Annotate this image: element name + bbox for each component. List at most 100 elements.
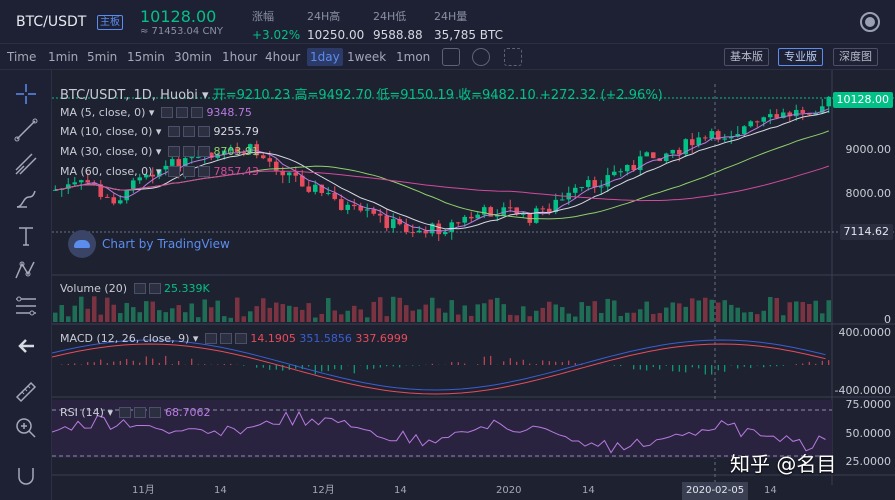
- arrow-left-icon[interactable]: [12, 332, 40, 360]
- interval-30min[interactable]: 30min: [171, 48, 215, 66]
- tradingview-logo[interactable]: Chart by TradingView: [68, 230, 230, 258]
- pitchfork-icon[interactable]: [12, 150, 40, 178]
- eye-icon[interactable]: [119, 407, 132, 418]
- volume-bar: [540, 307, 546, 322]
- macd-label: MACD (12, 26, close, 9): [60, 332, 190, 345]
- settings-icon[interactable]: [472, 48, 490, 66]
- ruler-icon[interactable]: [12, 378, 40, 406]
- macd-histogram-bar: [542, 360, 544, 365]
- macd-legend[interactable]: MACD (12, 26, close, 9) ▾ 14.1905 351.58…: [60, 332, 408, 345]
- macd-histogram-bar: [366, 365, 368, 370]
- interval-15min[interactable]: 15min: [124, 48, 168, 66]
- zoom-icon[interactable]: [12, 414, 40, 442]
- close-icon[interactable]: [149, 407, 162, 418]
- settings-icon[interactable]: [182, 146, 195, 157]
- close-icon[interactable]: [197, 126, 210, 137]
- text-icon[interactable]: [12, 222, 40, 250]
- volume-bar: [475, 304, 481, 322]
- close-icon[interactable]: [148, 283, 161, 294]
- volume-bar: [163, 312, 169, 322]
- view-depth[interactable]: 深度图: [833, 48, 878, 66]
- interval-1hour[interactable]: 1hour: [219, 48, 260, 66]
- close-icon[interactable]: [197, 166, 210, 177]
- candle-body: [286, 172, 292, 176]
- eye-icon[interactable]: [167, 126, 180, 137]
- macd-histogram-bar: [555, 361, 557, 365]
- interval-1mon[interactable]: 1mon: [393, 48, 433, 66]
- eye-icon[interactable]: [167, 146, 180, 157]
- volume-bar: [72, 305, 78, 322]
- macd-histogram-bar: [828, 360, 830, 365]
- candle-body: [111, 197, 117, 204]
- magnet-icon[interactable]: [12, 462, 40, 490]
- theme-toggle-icon[interactable]: [860, 12, 880, 32]
- ma5-legend[interactable]: MA (5, close, 0) ▾ 9348.75: [60, 106, 252, 119]
- rsi-label: RSI (14): [60, 406, 104, 419]
- interval-5min[interactable]: 5min: [84, 48, 120, 66]
- macd-histogram-bar: [418, 365, 420, 366]
- drawing-toolbar: [0, 70, 52, 500]
- pair-name[interactable]: BTC/USDT: [16, 14, 86, 30]
- candle-body: [325, 192, 331, 194]
- view-basic[interactable]: 基本版: [724, 48, 769, 66]
- macd-histogram-bar: [197, 364, 199, 365]
- fullscreen-icon[interactable]: [504, 48, 522, 66]
- settings-icon[interactable]: [182, 166, 195, 177]
- interval-1min[interactable]: 1min: [45, 48, 81, 66]
- brush-icon[interactable]: [12, 185, 40, 213]
- rsi-legend[interactable]: RSI (14) ▾ 68.7062: [60, 406, 210, 419]
- macd-histogram-bar: [574, 362, 576, 365]
- volume-bar: [345, 310, 351, 322]
- candle-body: [416, 230, 422, 233]
- close-icon[interactable]: [190, 107, 203, 118]
- macd-histogram-bar: [191, 358, 193, 365]
- candle-body: [338, 199, 344, 210]
- candle-body: [351, 204, 357, 207]
- fib-retracement-icon[interactable]: [12, 292, 40, 320]
- ma60-legend[interactable]: MA (60, close, 0) ▾ 7857.43: [60, 165, 259, 178]
- macd-histogram-bar: [119, 360, 121, 365]
- settings-icon[interactable]: [175, 107, 188, 118]
- eye-icon[interactable]: [160, 107, 173, 118]
- symbol-title[interactable]: BTC/USDT, 1D, Huobi: [60, 88, 198, 103]
- macd-histogram-bar: [548, 361, 550, 365]
- volume-bar: [657, 313, 663, 322]
- chart-area[interactable]: BTC/USDT, 1D, Huobi ▾ 开=9210.23 高=9492.7…: [52, 70, 895, 500]
- ma5-value: 9348.75: [206, 106, 252, 119]
- macd-histogram-bar: [145, 356, 147, 365]
- close-icon[interactable]: [197, 146, 210, 157]
- volume-bar: [715, 302, 721, 322]
- pattern-icon[interactable]: [12, 256, 40, 284]
- volume-bar: [767, 297, 773, 322]
- macd-hist-value: 14.1905: [250, 332, 296, 345]
- interval-4hour[interactable]: 4hour: [262, 48, 303, 66]
- view-pro[interactable]: 专业版: [778, 48, 823, 66]
- trendline-icon[interactable]: [12, 116, 40, 144]
- chart-title-row: BTC/USDT, 1D, Huobi ▾ 开=9210.23 高=9492.7…: [60, 88, 663, 103]
- settings-icon[interactable]: [182, 126, 195, 137]
- interval-1day[interactable]: 1day: [307, 48, 343, 66]
- settings-icon[interactable]: [134, 407, 147, 418]
- macd-histogram-bar: [620, 365, 622, 367]
- crosshair-icon[interactable]: [12, 80, 40, 108]
- macd-histogram-bar: [659, 365, 661, 370]
- volume-bar: [189, 303, 195, 322]
- volume-bar: [423, 304, 429, 322]
- candle-body: [273, 161, 279, 171]
- ma30-legend[interactable]: MA (30, close, 0) ▾ 8703.91: [60, 145, 259, 158]
- eye-icon[interactable]: [204, 333, 217, 344]
- interval-1week[interactable]: 1week: [344, 48, 389, 66]
- indicator-icon[interactable]: [442, 48, 460, 66]
- interval-time[interactable]: Time: [4, 48, 39, 66]
- volume-bar: [293, 306, 299, 322]
- macd-histogram-bar: [633, 365, 635, 370]
- volume-legend[interactable]: Volume (20) 25.339K: [60, 282, 210, 295]
- settings-icon[interactable]: [133, 283, 146, 294]
- volume-bar: [663, 307, 669, 322]
- settings-icon[interactable]: [219, 333, 232, 344]
- ma10-legend[interactable]: MA (10, close, 0) ▾ 9255.79: [60, 125, 259, 138]
- close-icon[interactable]: [234, 333, 247, 344]
- volume-bar: [553, 304, 559, 322]
- eye-icon[interactable]: [167, 166, 180, 177]
- candle-body: [572, 187, 578, 193]
